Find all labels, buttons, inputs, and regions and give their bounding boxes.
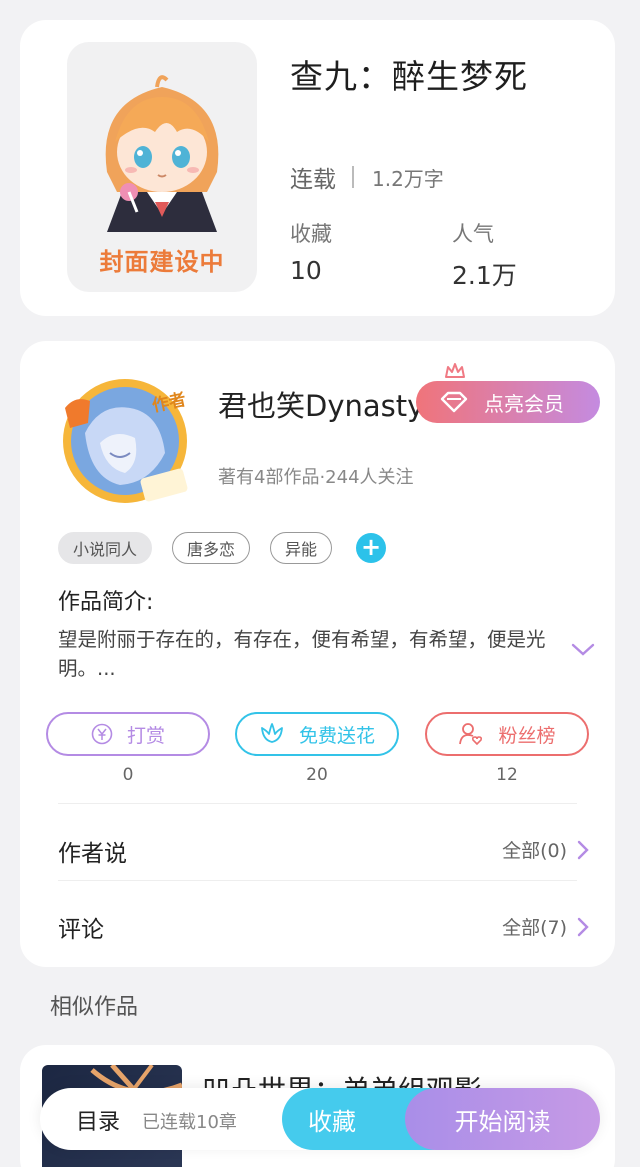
serial-status: 连载 [290, 167, 336, 193]
popularity-value: 2.1万 [452, 261, 517, 290]
table-of-contents-button[interactable]: 目录 [76, 1104, 120, 1136]
author-says-count: 全部(0) [502, 840, 567, 862]
add-tag-icon[interactable]: + [356, 533, 387, 563]
divider [58, 880, 577, 881]
author-avatar[interactable]: 作者 [40, 373, 210, 508]
vip-button[interactable]: 点亮会员 [416, 381, 600, 423]
vip-button-label: 点亮会员 [484, 391, 564, 416]
start-reading-button[interactable]: 开始阅读 [405, 1088, 600, 1150]
comments-all-link[interactable]: 全部(7) [502, 913, 589, 940]
free-flower-label: 免费送花 [298, 724, 375, 747]
user-heart-icon [458, 722, 484, 746]
reward-button[interactable]: 打赏 [46, 712, 210, 756]
favorites-value: 10 [290, 256, 322, 285]
author-says-all-link[interactable]: 全部(0) [502, 836, 589, 863]
author-meta: 著有4部作品·244人关注 [218, 467, 414, 488]
favorites-label: 收藏 [290, 222, 332, 246]
start-reading-label: 开始阅读 [454, 1107, 551, 1136]
cover-placeholder-text: 封面建设中 [99, 248, 225, 276]
status-divider [352, 166, 354, 188]
tag-list: 小说同人 唐多恋 异能 + [58, 532, 387, 564]
collect-label: 收藏 [308, 1107, 356, 1136]
book-status-row: 连载 1.2万字 [290, 160, 444, 194]
chapter-count: 已连载10章 [142, 1112, 237, 1133]
intro-title: 作品简介: [58, 590, 154, 615]
fans-ranking-button[interactable]: 粉丝榜 [425, 712, 589, 756]
author-says-label[interactable]: 作者说 [58, 834, 127, 868]
popularity-label: 人气 [452, 222, 494, 246]
tag-supernatural[interactable]: 异能 [270, 532, 333, 564]
diamond-icon [440, 391, 468, 413]
author-name[interactable]: 君也笑Dynasty [218, 383, 424, 425]
reward-count: 0 [122, 765, 134, 785]
fans-count: 12 [496, 765, 518, 785]
tag-novel-fanfic[interactable]: 小说同人 [58, 532, 153, 564]
chevron-right-icon [577, 917, 589, 937]
flower-icon [259, 722, 285, 746]
book-title: 查九：醉生梦死 [290, 57, 528, 96]
fans-ranking-label: 粉丝榜 [498, 724, 556, 747]
book-info-card: 封面建设中 查九：醉生梦死 连载 1.2万字 收藏 10 人气 2.1万 [20, 20, 615, 316]
bottom-action-bar: 目录 已连载10章 收藏 开始阅读 [40, 1088, 600, 1150]
intro-text: 望是附丽于存在的，有存在，便有希望，有希望，便是光明。... [58, 628, 546, 680]
yen-coin-icon [91, 723, 113, 745]
book-cover[interactable]: 封面建设中 [67, 42, 257, 292]
comments-label[interactable]: 评论 [58, 910, 104, 944]
anime-girl-illustration [105, 75, 219, 232]
similar-works-title: 相似作品 [50, 995, 139, 1020]
chevron-down-icon[interactable] [571, 643, 595, 657]
reward-label: 打赏 [126, 724, 165, 747]
free-flower-button[interactable]: 免费送花 [235, 712, 399, 756]
comments-count: 全部(7) [502, 917, 567, 939]
divider [58, 803, 577, 804]
crown-icon [445, 363, 465, 378]
flower-count: 20 [306, 765, 328, 785]
word-count: 1.2万字 [372, 166, 444, 191]
chevron-right-icon [577, 840, 589, 860]
tag-tang-duo-lian[interactable]: 唐多恋 [172, 532, 251, 564]
author-card: 作者 君也笑Dynasty 点亮会员 著有4部作品·244人关注 小说同人 唐多… [20, 341, 615, 967]
